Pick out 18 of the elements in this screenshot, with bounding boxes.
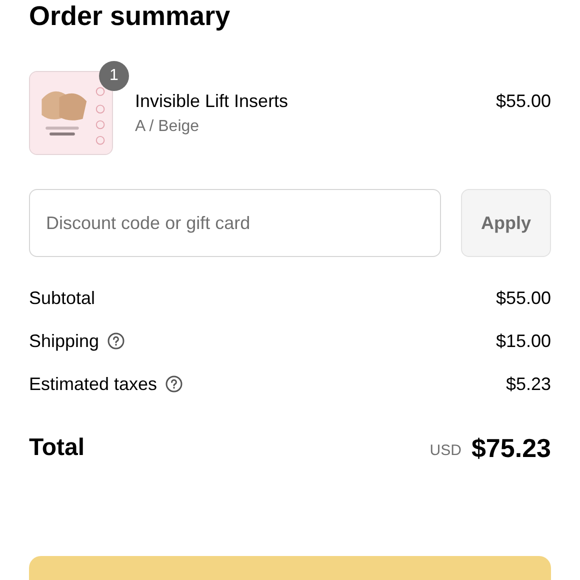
help-icon[interactable] [107, 332, 126, 350]
summary-value: $55.00 [496, 286, 551, 310]
product-variant: A / Beige [135, 117, 200, 137]
product-price: $55.00 [496, 90, 551, 113]
quantity-badge: 1 [99, 61, 129, 91]
apply-button[interactable]: Apply [461, 189, 551, 257]
total-label: Total [29, 433, 85, 463]
total-value: $75.23 [471, 433, 551, 463]
help-icon[interactable] [165, 375, 184, 393]
summary-label: Shipping [29, 330, 100, 353]
summary-value: $15.00 [496, 330, 551, 352]
currency-code: USD [430, 441, 462, 461]
summary-value: $5.23 [506, 372, 551, 396]
discount-field[interactable]: Discount code or gift card [29, 189, 441, 257]
summary-label: Subtotal [29, 286, 96, 310]
page-title: Order summary [29, 0, 232, 33]
product-name: Invisible Lift Inserts [135, 90, 290, 113]
summary-label: Estimated taxes [29, 372, 158, 396]
